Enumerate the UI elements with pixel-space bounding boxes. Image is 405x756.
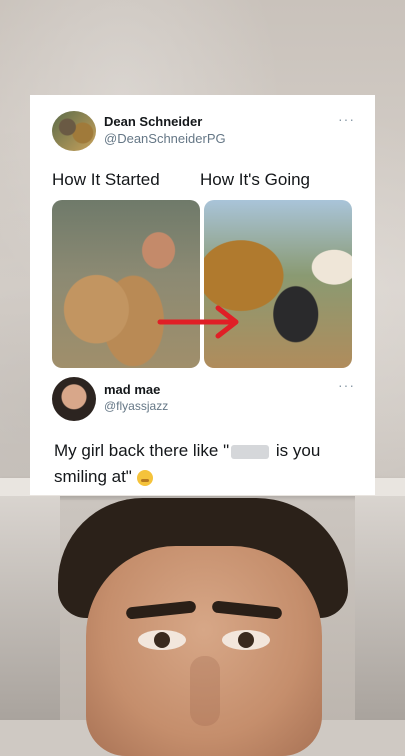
tweet-screenshot-card: Dean Schneider @DeanSchneiderPG ··· How … (30, 95, 375, 495)
photo-man-with-lion-cubs[interactable] (52, 200, 200, 368)
reply-author-name[interactable]: mad mae (104, 382, 160, 397)
censored-word (231, 444, 270, 459)
reply-more-icon[interactable]: ··· (338, 377, 355, 393)
caption-how-its-going: How It's Going (200, 170, 311, 189)
eyebrow-left (125, 600, 197, 620)
grimace-emoji-icon (136, 469, 153, 486)
author-avatar[interactable] (52, 111, 96, 151)
comparison-photos (52, 200, 352, 368)
eye-right (222, 630, 270, 650)
face (86, 546, 322, 756)
reply-author-handle[interactable]: @flyassjazz (104, 399, 168, 413)
caption-how-it-started: How It Started (52, 170, 160, 189)
nose (190, 656, 220, 726)
creator-face-video (58, 498, 348, 756)
author-handle[interactable]: @DeanSchneiderPG (104, 131, 226, 146)
author-name[interactable]: Dean Schneider (104, 114, 202, 129)
more-icon[interactable]: ··· (338, 111, 355, 127)
red-arrow-icon (157, 305, 239, 339)
photo-man-with-adult-lions[interactable] (204, 200, 352, 368)
tweet-header: Dean Schneider @DeanSchneiderPG ··· (52, 111, 361, 151)
reply-header: mad mae @flyassjazz ··· (52, 377, 361, 421)
door-side-right (355, 496, 405, 720)
reply-author-avatar[interactable] (52, 377, 96, 421)
eyebrow-right (211, 600, 283, 620)
eye-left (138, 630, 186, 650)
reply-text: My girl back there like " is you smiling… (54, 438, 364, 490)
door-side-left (0, 496, 60, 720)
reply-text-start: My girl back there like " (54, 441, 230, 460)
